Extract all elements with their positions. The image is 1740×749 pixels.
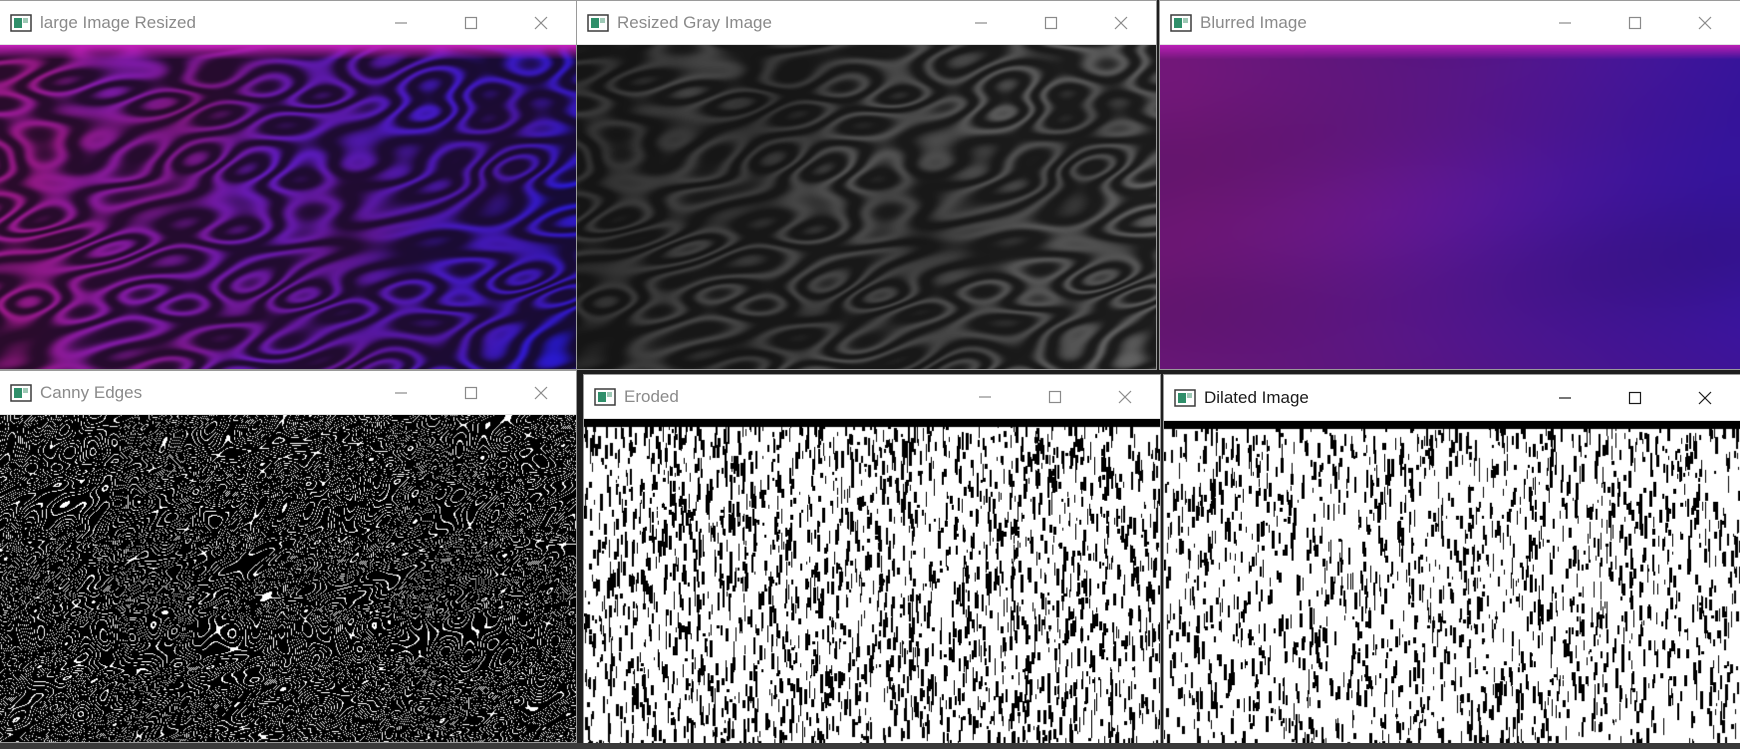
minimize-button[interactable]	[946, 1, 1016, 44]
window-title: Blurred Image	[1200, 12, 1307, 32]
maximize-icon	[1628, 16, 1642, 29]
minimize-icon	[395, 21, 407, 24]
minimize-button[interactable]	[1530, 1, 1600, 44]
close-icon	[534, 16, 548, 29]
title-bar[interactable]: large Image Resized	[0, 1, 576, 45]
window-resized-gray-image[interactable]: Resized Gray Image	[576, 0, 1157, 370]
app-window-icon	[1170, 13, 1192, 32]
app-window-icon	[594, 387, 616, 406]
maximize-button[interactable]	[436, 371, 506, 414]
image-canvas-area	[0, 415, 576, 742]
window-dilated-image[interactable]: Dilated Image	[1163, 374, 1740, 747]
maximize-button[interactable]	[1016, 1, 1086, 44]
maximize-icon	[464, 386, 478, 399]
minimize-icon	[1559, 21, 1571, 24]
image-display	[1160, 45, 1740, 369]
window-title: Resized Gray Image	[617, 12, 772, 32]
title-bar[interactable]: Blurred Image	[1160, 1, 1740, 45]
maximize-button[interactable]	[1600, 375, 1670, 420]
image-display	[584, 419, 1160, 744]
close-icon	[534, 386, 548, 399]
minimize-button[interactable]	[950, 375, 1020, 418]
window-title: large Image Resized	[40, 12, 196, 32]
maximize-icon	[1628, 391, 1642, 404]
window-large-image-resized[interactable]: large Image Resized	[0, 0, 577, 370]
image-canvas-area	[577, 45, 1156, 369]
title-bar[interactable]: Resized Gray Image	[577, 1, 1156, 45]
close-button[interactable]	[1090, 375, 1160, 418]
close-button[interactable]	[1670, 375, 1740, 420]
app-window-icon	[1174, 388, 1196, 407]
desktop: large Image Resized Resized Gray Image B…	[0, 0, 1740, 749]
caption-buttons	[1530, 375, 1740, 420]
close-button[interactable]	[506, 1, 576, 44]
title-bar[interactable]: Canny Edges	[0, 371, 576, 415]
minimize-button[interactable]	[366, 1, 436, 44]
window-canny-edges[interactable]: Canny Edges	[0, 370, 577, 743]
maximize-icon	[1044, 16, 1058, 29]
image-display	[577, 45, 1156, 369]
caption-buttons	[946, 1, 1156, 44]
maximize-button[interactable]	[1600, 1, 1670, 44]
minimize-icon	[395, 391, 407, 394]
window-title: Eroded	[624, 386, 679, 406]
minimize-icon	[979, 395, 991, 398]
title-bar[interactable]: Dilated Image	[1164, 375, 1740, 421]
image-canvas-area	[0, 45, 576, 369]
image-canvas-area	[584, 419, 1160, 744]
app-window-icon	[10, 13, 32, 32]
image-canvas-area	[1164, 421, 1740, 746]
maximize-icon	[1048, 390, 1062, 403]
close-icon	[1698, 391, 1712, 404]
window-blurred-image[interactable]: Blurred Image	[1159, 0, 1740, 370]
maximize-button[interactable]	[1020, 375, 1090, 418]
caption-buttons	[950, 375, 1160, 418]
image-display	[1164, 421, 1740, 746]
title-bar[interactable]: Eroded	[584, 375, 1160, 419]
minimize-button[interactable]	[366, 371, 436, 414]
caption-buttons	[366, 371, 576, 414]
caption-buttons	[1530, 1, 1740, 44]
window-eroded[interactable]: Eroded	[583, 374, 1161, 745]
image-canvas-area	[1160, 45, 1740, 369]
caption-buttons	[366, 1, 576, 44]
minimize-icon	[1559, 396, 1571, 399]
minimize-button[interactable]	[1530, 375, 1600, 420]
taskbar-edge	[0, 743, 1740, 749]
app-window-icon	[10, 383, 32, 402]
minimize-icon	[975, 21, 987, 24]
close-icon	[1698, 16, 1712, 29]
maximize-button[interactable]	[436, 1, 506, 44]
close-icon	[1118, 390, 1132, 403]
close-button[interactable]	[1670, 1, 1740, 44]
image-display	[0, 415, 576, 742]
app-window-icon	[587, 13, 609, 32]
window-title: Dilated Image	[1204, 387, 1309, 407]
maximize-icon	[464, 16, 478, 29]
close-button[interactable]	[506, 371, 576, 414]
close-button[interactable]	[1086, 1, 1156, 44]
window-title: Canny Edges	[40, 382, 143, 402]
image-display	[0, 45, 576, 369]
close-icon	[1114, 16, 1128, 29]
